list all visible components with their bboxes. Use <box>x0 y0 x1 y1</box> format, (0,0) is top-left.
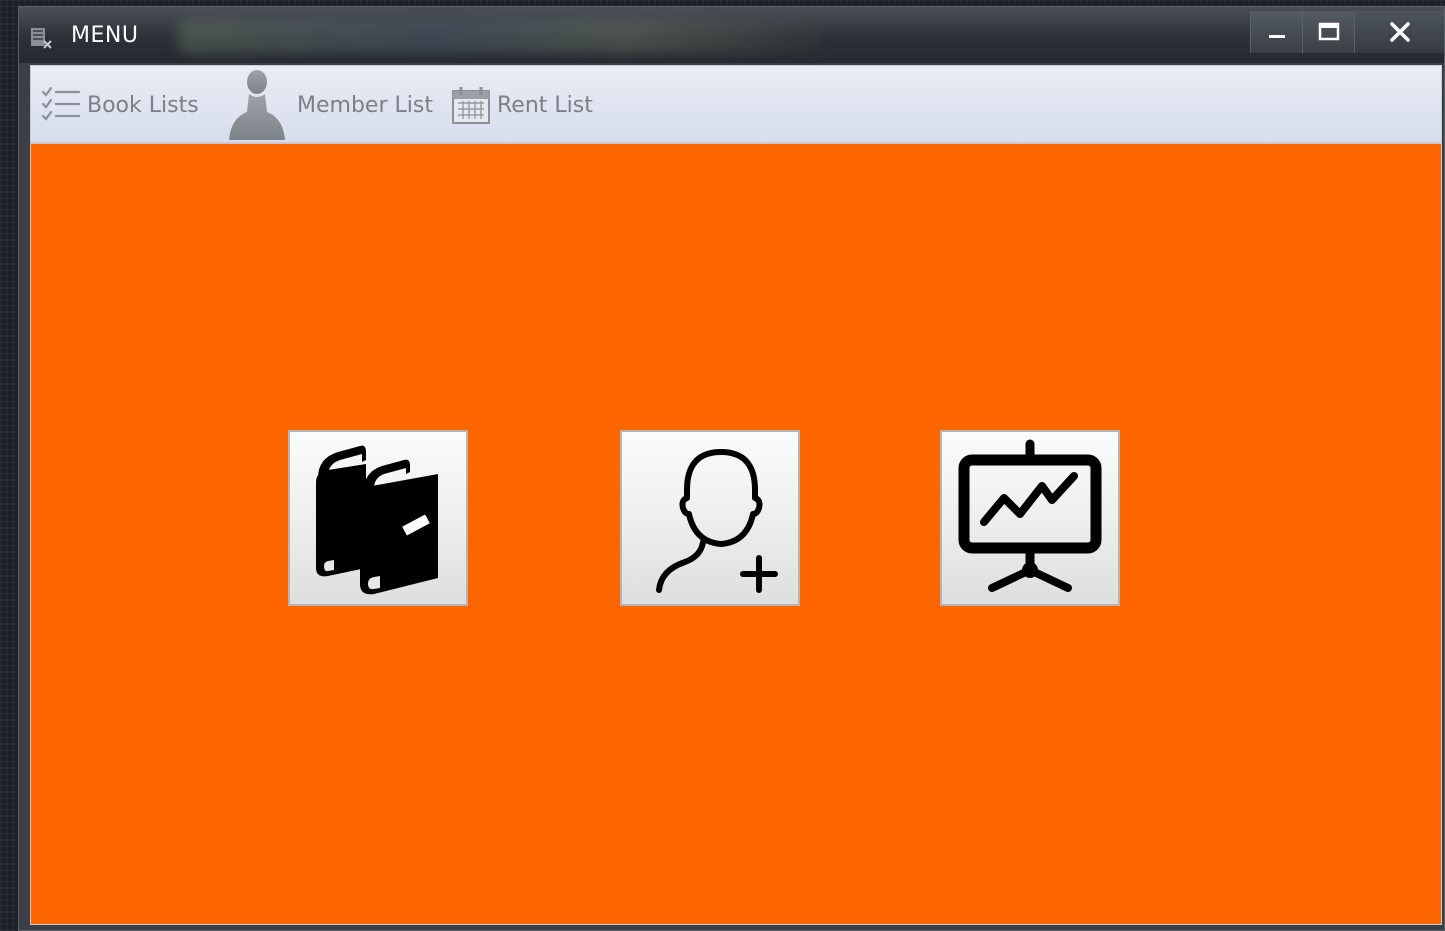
books-icon <box>316 445 438 595</box>
main-panel: Book Lists Member List Rent List <box>30 65 1442 925</box>
toolbar-label-member-list: Member List <box>297 92 433 118</box>
toolbar-label-book-lists: Book Lists <box>87 92 199 118</box>
toolbar-rent-list[interactable]: Rent List <box>451 66 593 144</box>
toolbar-label-rent-list: Rent List <box>497 92 593 118</box>
app-window: MENU Book Lists Member List Rent List <box>18 6 1445 931</box>
window-controls <box>1250 11 1444 53</box>
presentation-chart-icon <box>958 439 1102 592</box>
window-title: MENU <box>71 23 139 48</box>
minimize-button[interactable] <box>1250 11 1302 53</box>
books-button[interactable] <box>288 430 468 606</box>
add-member-button[interactable] <box>620 430 800 606</box>
toolbar-member-list[interactable]: Member List <box>221 66 433 144</box>
statistics-button[interactable] <box>940 430 1120 606</box>
maximize-icon <box>1318 22 1339 41</box>
add-user-icon <box>656 449 778 593</box>
minimize-icon <box>1268 35 1285 38</box>
app-icon <box>31 28 52 49</box>
toolbar: Book Lists Member List Rent List <box>31 66 1441 144</box>
maximize-button[interactable] <box>1302 11 1354 53</box>
calendar-icon <box>452 87 490 124</box>
close-icon <box>1389 22 1410 42</box>
checklist-icon <box>41 86 81 121</box>
close-button[interactable] <box>1354 11 1444 53</box>
title-bar[interactable]: MENU <box>19 7 1444 63</box>
background-blur <box>179 19 819 53</box>
person-silhouette-icon <box>229 70 285 140</box>
toolbar-book-lists[interactable]: Book Lists <box>41 66 199 144</box>
